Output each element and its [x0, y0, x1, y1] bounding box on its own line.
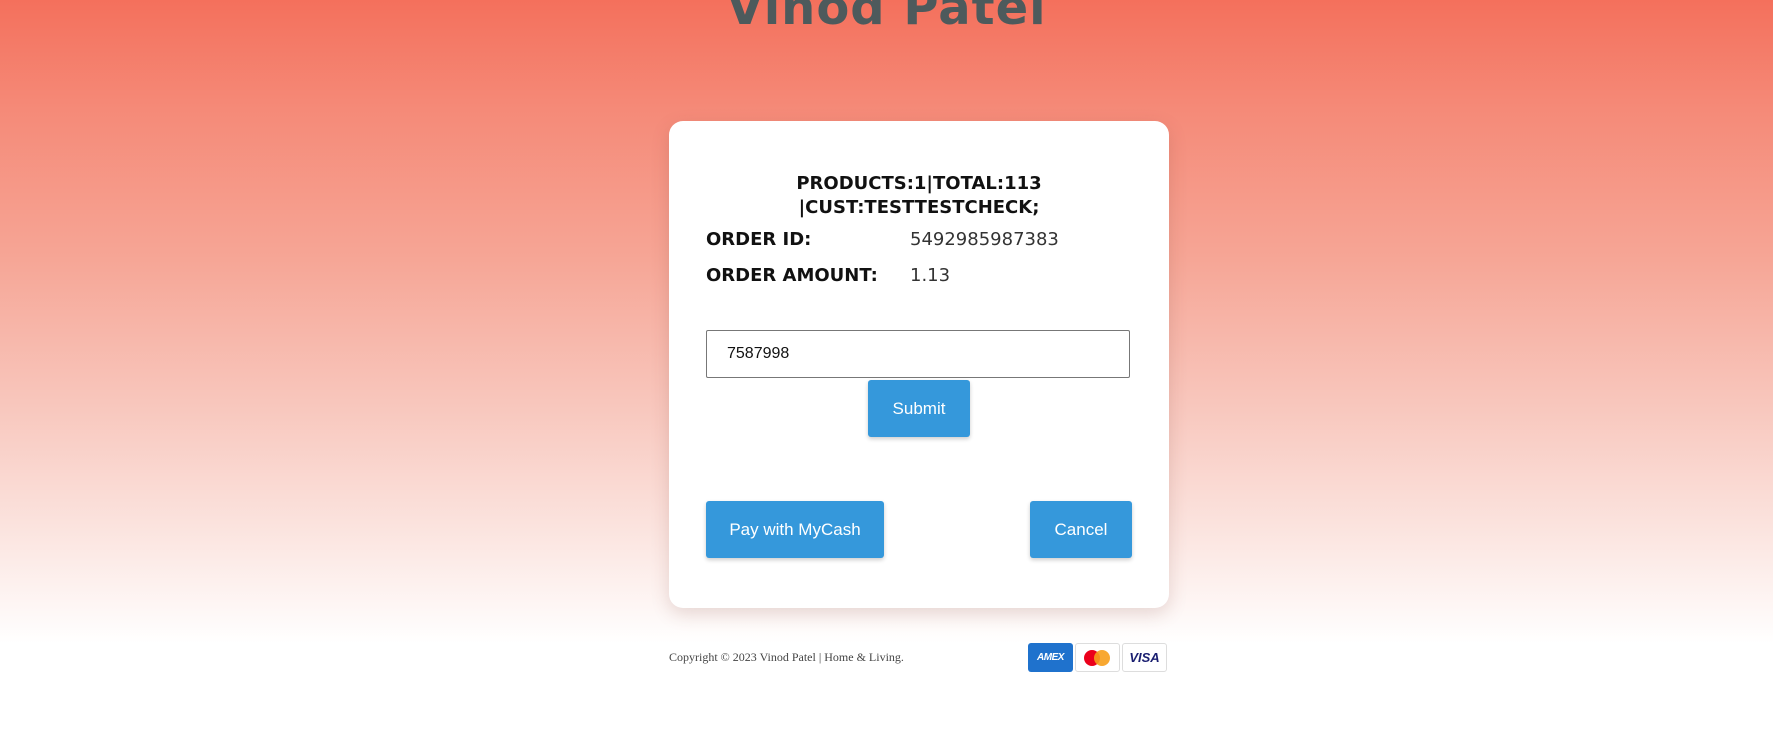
order-id-label: ORDER ID:: [706, 229, 812, 250]
visa-icon: VISA: [1122, 643, 1167, 672]
order-id-row: ORDER ID: 5492985987383: [706, 227, 1132, 253]
order-amount-label: ORDER AMOUNT:: [706, 265, 878, 286]
payment-card: PRODUCTS:1|TOTAL:113 |CUST:TESTTESTCHECK…: [669, 121, 1169, 608]
pay-with-mycash-button[interactable]: Pay with MyCash: [706, 501, 884, 558]
order-amount-value: 1.13: [910, 265, 951, 286]
order-description-line-2: |CUST:TESTTESTCHECK;: [798, 197, 1040, 218]
code-input[interactable]: [706, 330, 1130, 378]
amex-icon: AMEX: [1028, 643, 1073, 672]
mastercard-icon: [1075, 643, 1120, 672]
order-description: PRODUCTS:1|TOTAL:113 |CUST:TESTTESTCHECK…: [669, 172, 1169, 220]
order-amount-row: ORDER AMOUNT: 1.13: [706, 263, 1132, 289]
submit-button[interactable]: Submit: [868, 380, 970, 437]
order-id-value: 5492985987383: [910, 229, 1059, 250]
copyright-text: Copyright © 2023 Vinod Patel | Home & Li…: [669, 650, 904, 664]
order-description-line-1: PRODUCTS:1|TOTAL:113: [796, 173, 1042, 194]
payment-methods: AMEX VISA: [1028, 643, 1167, 672]
cancel-button[interactable]: Cancel: [1030, 501, 1132, 558]
brand-logo-text: Vinod Patel: [726, 0, 1047, 36]
